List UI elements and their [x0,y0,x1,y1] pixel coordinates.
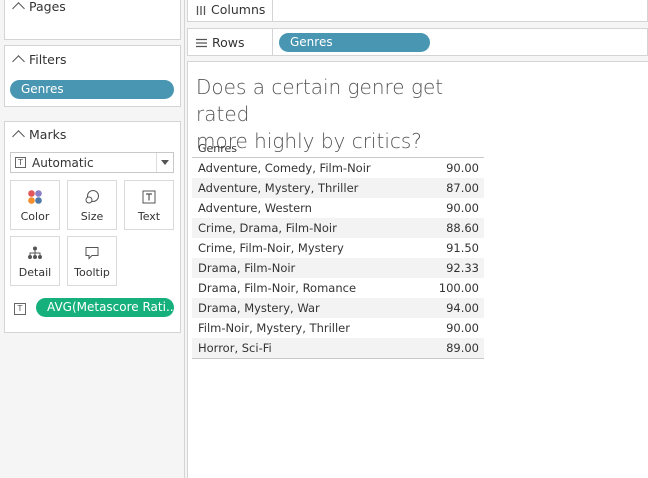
metascore-value-cell: 87.00 [446,181,479,195]
marks-title: Marks [29,127,67,142]
rows-shelf[interactable]: Rows Genres [187,28,648,56]
measure-pill-avg-metascore[interactable]: AVG(Metascore Rati... [36,298,174,317]
collapse-chevron-icon[interactable] [12,55,25,68]
text-mark-icon: T [15,157,26,168]
rows-shelf-header: Rows [196,35,245,50]
metascore-value-cell: 90.00 [446,201,479,215]
rows-icon [196,38,207,47]
collapse-chevron-icon[interactable] [12,130,25,143]
marks-card[interactable]: Marks T Automatic Color Size Text Detail… [4,121,181,333]
columns-icon [196,5,206,15]
text-button[interactable]: Text [124,180,174,230]
text-label: Text [137,210,161,223]
filter-pill-genres[interactable]: Genres [10,80,174,99]
mark-type-dropdown[interactable]: T Automatic [10,152,174,173]
tooltip-label: Tooltip [74,266,110,279]
genre-cell: Film-Noir, Mystery, Thriller [198,321,350,335]
rows-label: Rows [212,35,245,50]
filters-title: Filters [29,52,67,67]
pages-title: Pages [29,0,66,14]
genre-cell: Drama, Mystery, War [198,301,320,315]
tooltip-button[interactable]: Tooltip [67,236,117,286]
table-row[interactable]: Crime, Film-Noir, Mystery 91.50 [192,238,484,258]
metascore-value-cell: 92.33 [446,261,479,275]
size-label: Size [80,210,104,223]
pages-header[interactable]: Pages [12,0,66,15]
color-label: Color [20,210,50,223]
table-row[interactable]: Drama, Film-Noir 92.33 [192,258,484,278]
color-icon [11,189,59,205]
genre-cell: Adventure, Mystery, Thriller [198,181,359,195]
left-panel: Pages Filters Genres Marks T Automatic C… [0,0,185,478]
mark-type-value: Automatic [32,155,94,170]
metascore-value-cell: 88.60 [446,221,479,235]
detail-button[interactable]: Detail [10,236,60,286]
shelf-divider [272,0,273,21]
genre-cell: Adventure, Western [198,201,312,215]
metascore-value-cell: 89.00 [446,341,479,355]
genre-cell: Horror, Sci-Fi [198,341,272,355]
genre-cell: Crime, Film-Noir, Mystery [198,241,344,255]
table-row[interactable]: Adventure, Western 90.00 [192,198,484,218]
worksheet-view: Does a certain genre get rated more high… [187,61,648,478]
filters-card[interactable]: Filters Genres [4,45,181,107]
marks-header[interactable]: Marks [12,127,67,143]
text-encoding-icon: T [14,303,26,315]
metascore-value-cell: 91.50 [446,241,479,255]
color-button[interactable]: Color [10,180,60,230]
tooltip-icon [68,245,116,261]
table-row[interactable]: Adventure, Comedy, Film-Noir 90.00 [192,158,484,178]
detail-icon [11,245,59,261]
table-row[interactable]: Drama, Mystery, War 94.00 [192,298,484,318]
size-button[interactable]: Size [67,180,117,230]
genre-cell: Drama, Film-Noir [198,261,296,275]
table-body: Adventure, Comedy, Film-Noir 90.00 Adventu… [192,158,484,358]
table-row[interactable]: Film-Noir, Mystery, Thriller 90.00 [192,318,484,338]
filters-header[interactable]: Filters [12,52,67,68]
columns-shelf[interactable]: Columns [187,0,648,22]
text-table: Genres Adventure, Comedy, Film-Noir 90.00… [192,141,484,359]
column-header-genres[interactable]: Genres [192,141,484,158]
table-row[interactable]: Adventure, Mystery, Thriller 87.00 [192,178,484,198]
title-line-1: Does a certain genre get rated [196,75,444,126]
detail-label: Detail [18,266,52,279]
rows-pill-genres[interactable]: Genres [279,33,430,52]
columns-label: Columns [211,2,266,17]
size-icon [68,189,116,205]
genre-cell: Crime, Drama, Film-Noir [198,221,337,235]
table-row[interactable]: Drama, Film-Noir, Romance 100.00 [192,278,484,298]
metascore-value-cell: 100.00 [438,281,479,295]
text-icon [125,189,173,205]
pages-card: Pages [4,0,181,40]
shelf-divider [272,29,273,55]
metascore-value-cell: 90.00 [446,321,479,335]
genre-cell: Adventure, Comedy, Film-Noir [198,161,371,175]
collapse-chevron-icon[interactable] [12,2,25,15]
metascore-value-cell: 94.00 [446,301,479,315]
table-row[interactable]: Horror, Sci-Fi 89.00 [192,338,484,358]
table-row[interactable]: Crime, Drama, Film-Noir 88.60 [192,218,484,238]
dropdown-arrow-icon[interactable] [156,153,173,172]
metascore-value-cell: 90.00 [446,161,479,175]
table-bottom-border [192,358,484,359]
columns-shelf-header: Columns [196,2,265,17]
genre-cell: Drama, Film-Noir, Romance [198,281,357,295]
